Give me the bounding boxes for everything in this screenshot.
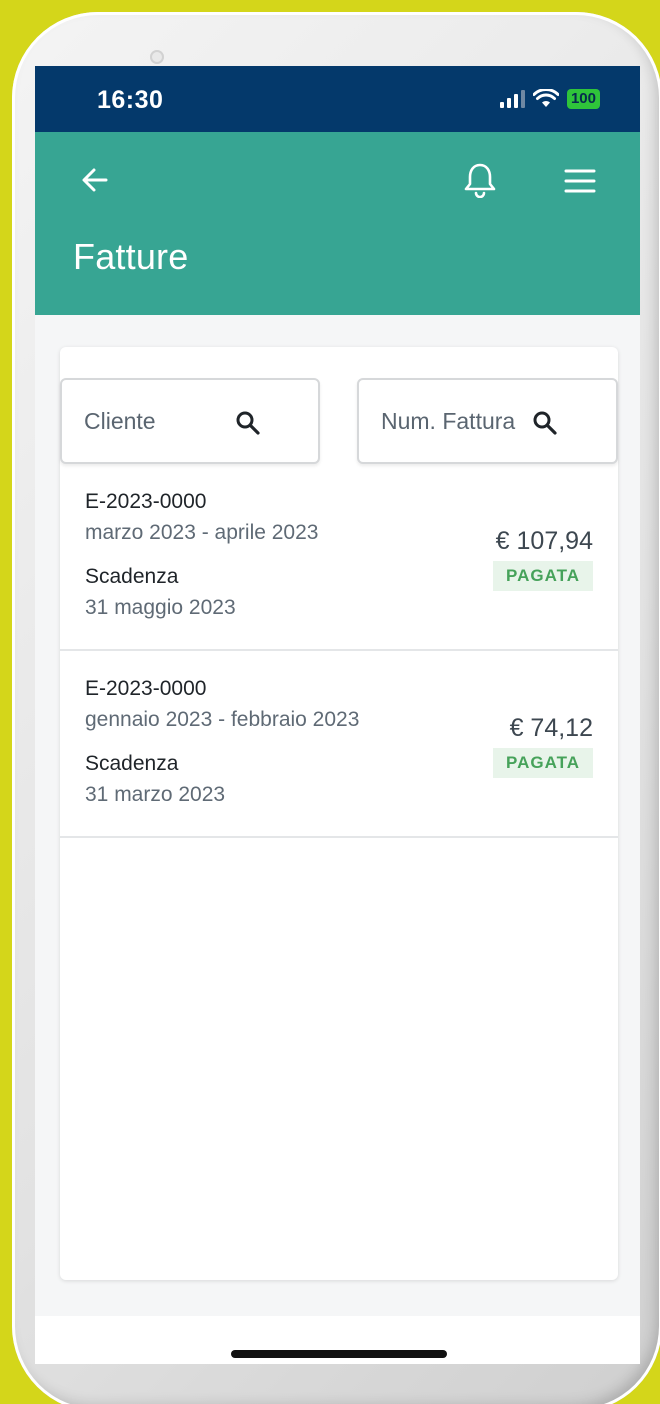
cliente-search-input[interactable]: Cliente	[60, 378, 320, 464]
invoice-amount: € 107,94	[495, 527, 593, 555]
invoice-row[interactable]: E-2023-0000 marzo 2023 - aprile 2023 Sca…	[60, 465, 618, 651]
invoice-period: marzo 2023 - aprile 2023	[85, 521, 319, 544]
search-icon[interactable]	[235, 410, 261, 436]
back-button[interactable]	[79, 164, 111, 196]
due-label: Scadenza	[85, 752, 179, 775]
app-bar: Fatture	[35, 132, 640, 315]
status-badge: PAGATA	[493, 748, 593, 778]
camera-icon	[150, 50, 164, 64]
status-indicators: 100	[499, 88, 600, 110]
notifications-button[interactable]	[463, 162, 497, 199]
status-badge: PAGATA	[493, 561, 593, 591]
menu-button[interactable]	[563, 166, 597, 196]
cellular-signal-icon	[499, 90, 525, 108]
hamburger-menu-icon	[564, 169, 596, 193]
battery-indicator: 100	[566, 89, 600, 109]
numero-fattura-search-input[interactable]: Num. Fattura	[357, 378, 618, 464]
invoice-number: E-2023-0000	[85, 490, 207, 513]
due-date: 31 marzo 2023	[85, 783, 226, 806]
app-screen: 16:30 100 Fatture Cliente Num. Fattura E…	[35, 66, 640, 1364]
status-bar: 16:30 100	[35, 66, 640, 132]
invoices-card: Cliente Num. Fattura E-2023-0000 marzo 2…	[60, 347, 618, 1280]
invoice-row[interactable]: E-2023-0000 gennaio 2023 - febbraio 2023…	[60, 652, 618, 838]
bell-icon	[464, 163, 496, 199]
invoice-amount: € 74,12	[509, 714, 593, 742]
page-title: Fatture	[73, 236, 189, 277]
home-indicator[interactable]	[231, 1350, 447, 1358]
arrow-left-icon	[82, 168, 108, 192]
invoice-number: E-2023-0000	[85, 677, 207, 700]
invoice-period: gennaio 2023 - febbraio 2023	[85, 708, 360, 731]
due-date: 31 maggio 2023	[85, 596, 236, 619]
cliente-search-placeholder: Cliente	[84, 407, 156, 434]
numero-fattura-search-placeholder: Num. Fattura	[381, 407, 516, 434]
status-time: 16:30	[97, 86, 164, 114]
due-label: Scadenza	[85, 565, 179, 588]
wifi-icon	[532, 89, 559, 107]
search-icon[interactable]	[532, 410, 558, 436]
